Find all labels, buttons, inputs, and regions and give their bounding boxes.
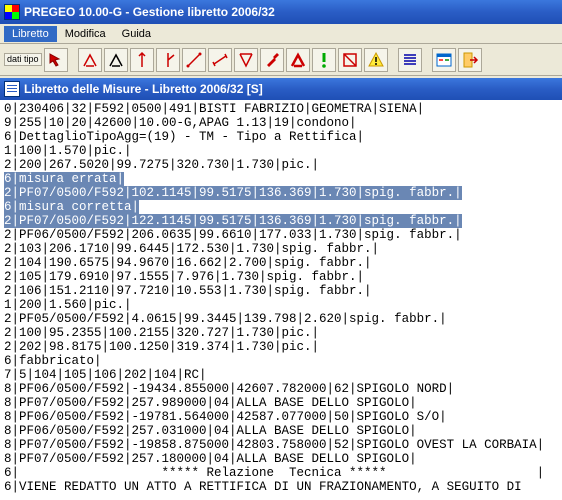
editor-line[interactable]: 6|fabbricato|	[4, 354, 558, 368]
menu-guida[interactable]: Guida	[114, 26, 159, 42]
tool-station-black-icon[interactable]	[104, 48, 128, 72]
tool-brace-icon[interactable]	[234, 48, 258, 72]
tool-window-icon[interactable]	[432, 48, 456, 72]
editor-line[interactable]: 8|PF07/0500/F592|257.989000|04|ALLA BASE…	[4, 396, 558, 410]
editor-line[interactable]: 8|PF06/0500/F592|-19781.564000|42587.077…	[4, 410, 558, 424]
toolbar: dati tipo	[0, 44, 562, 76]
text-editor[interactable]: 0|230406|32|F592|0500|491|BISTI FABRIZIO…	[0, 100, 562, 500]
menu-modifica[interactable]: Modifica	[57, 26, 114, 42]
editor-line[interactable]: 6| ***** Relazione Tecnica ***** |	[4, 466, 558, 480]
editor-line[interactable]: 0|230406|32|F592|0500|491|BISTI FABRIZIO…	[4, 102, 558, 116]
tool-hammer-icon[interactable]	[260, 48, 284, 72]
editor-line[interactable]: 1|200|1.560|pic.|	[4, 298, 558, 312]
editor-line[interactable]: 2|PF07/0500/F592|102.1145|99.5175|136.36…	[4, 186, 462, 200]
window-title: PREGEO 10.00-G - Gestione libretto 2006/…	[24, 5, 275, 19]
app-icon	[4, 4, 20, 20]
editor-line[interactable]: 2|PF07/0500/F592|122.1145|99.5175|136.36…	[4, 214, 462, 228]
tool-angle-icon[interactable]	[156, 48, 180, 72]
document-icon	[4, 81, 20, 97]
editor-line[interactable]: 8|PF06/0500/F592|257.031000|04|ALLA BASE…	[4, 424, 558, 438]
editor-line[interactable]: 2|PF06/0500/F592|206.0635|99.6610|177.03…	[4, 228, 558, 242]
tool-list-icon[interactable]	[398, 48, 422, 72]
editor-line[interactable]: 2|103|206.1710|99.6445|172.530|1.730|spi…	[4, 242, 558, 256]
tool-square-icon[interactable]	[338, 48, 362, 72]
tool-segment-icon[interactable]	[182, 48, 206, 72]
menu-libretto[interactable]: Libretto	[4, 26, 57, 42]
tool-exclaim-icon[interactable]	[312, 48, 336, 72]
editor-line[interactable]: 2|PF05/0500/F592|4.0615|99.3445|139.798|…	[4, 312, 558, 326]
tool-station-bold-icon[interactable]	[286, 48, 310, 72]
editor-line[interactable]: 2|202|98.8175|100.1250|319.374|1.730|pic…	[4, 340, 558, 354]
editor-line[interactable]: 2|105|179.6910|97.1555|7.976|1.730|spig.…	[4, 270, 558, 284]
editor-line[interactable]: 2|106|151.2110|97.7210|10.553|1.730|spig…	[4, 284, 558, 298]
editor-line[interactable]: 6|VIENE REDATTO UN ATTO A RETTIFICA DI U…	[4, 480, 558, 494]
editor-line[interactable]: 8|PF06/0500/F592|-19434.855000|42607.782…	[4, 382, 558, 396]
tool-exit-icon[interactable]	[458, 48, 482, 72]
editor-line[interactable]: 8|PF07/0500/F592|257.180000|04|ALLA BASE…	[4, 452, 558, 466]
editor-line[interactable]: 6|DettaglioTipoAgg=(19) - TM - Tipo a Re…	[4, 130, 558, 144]
editor-line[interactable]: 7|5|104|105|106|202|104|RC|	[4, 368, 558, 382]
child-window-title: Libretto delle Misure - Libretto 2006/32…	[24, 82, 263, 96]
editor-line[interactable]: 2|100|95.2355|100.2155|320.727|1.730|pic…	[4, 326, 558, 340]
editor-line[interactable]: 6|misura errata|	[4, 172, 124, 186]
editor-line[interactable]: 2|200|267.5020|99.7275|320.730|1.730|pic…	[4, 158, 558, 172]
editor-line[interactable]: 9|255|10|20|42600|10.00-G,APAG 1.13|19|c…	[4, 116, 558, 130]
menu-bar: Libretto Modifica Guida	[0, 24, 562, 44]
child-window-titlebar: Libretto delle Misure - Libretto 2006/32…	[0, 78, 562, 100]
tool-station-red-icon[interactable]	[78, 48, 102, 72]
tool-warning-icon[interactable]	[364, 48, 388, 72]
tool-arrow-icon[interactable]	[44, 48, 68, 72]
tool-north-icon[interactable]	[130, 48, 154, 72]
editor-line[interactable]: 1|100|1.570|pic.|	[4, 144, 558, 158]
dati-tipo-button[interactable]: dati tipo	[4, 53, 42, 66]
main-titlebar: PREGEO 10.00-G - Gestione libretto 2006/…	[0, 0, 562, 24]
tool-dist-icon[interactable]	[208, 48, 232, 72]
editor-line[interactable]: 8|PF07/0500/F592|-19858.875000|42803.758…	[4, 438, 558, 452]
editor-line[interactable]: 2|104|190.6575|94.9670|16.662|2.700|spig…	[4, 256, 558, 270]
editor-line[interactable]: 6|misura corretta|	[4, 200, 139, 214]
